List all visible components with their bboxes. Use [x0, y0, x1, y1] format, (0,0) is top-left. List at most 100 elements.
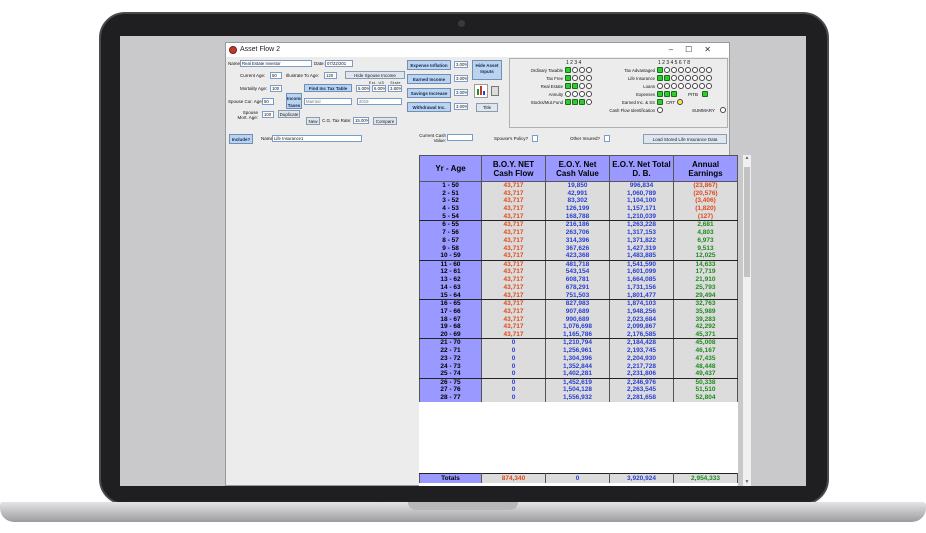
summary-option[interactable] [720, 107, 727, 113]
table-row: 13 - 62 43,717 608,781 1,664,085 21,910 [419, 275, 738, 284]
row-eoy-cash-value: 827,983 [545, 299, 610, 308]
tax-free-options[interactable] [565, 75, 593, 81]
row-yr-age: 3 - 52 [419, 197, 482, 206]
illustrate-field[interactable]: 120 [324, 72, 337, 79]
row-eoy-cash-value: 1,076,698 [545, 323, 610, 331]
state-rate[interactable]: 6.00% [372, 85, 386, 92]
cg-tax-field[interactable]: 15.00% [353, 117, 369, 124]
insurance-name-field[interactable]: Life Insurance1 [272, 135, 362, 142]
row-eoy-cash-value: 608,781 [545, 275, 610, 284]
row-yr-age: 22 - 71 [419, 346, 482, 355]
row-annual-earnings: 50,338 [673, 378, 738, 387]
scroll-up-icon[interactable]: ▲ [743, 155, 751, 163]
table-row: 3 - 52 43,717 83,302 1,104,100 (3,406) [419, 197, 738, 206]
niit-rate[interactable]: 3.80% [388, 85, 402, 92]
totals-boy: 874,340 [481, 473, 546, 483]
totals-label: Totals [419, 473, 482, 483]
pitb-checkbox[interactable] [702, 91, 709, 97]
withdrawal-button[interactable]: Withdrawal Inc. [407, 102, 451, 112]
crt-label: CRT [666, 100, 676, 105]
expense-inflation-field[interactable]: 3.00% [454, 61, 468, 68]
minimize-button[interactable]: – [669, 45, 685, 54]
row-boy-cash-flow: 43,717 [481, 228, 546, 237]
header-annual-earnings: Annual Earnings [673, 155, 738, 182]
row-eoy-cash-value: 423,368 [545, 252, 610, 261]
row-yr-age: 2 - 51 [419, 189, 482, 198]
real-estate-options[interactable] [565, 83, 593, 89]
date-field[interactable]: 07/22/201 [325, 60, 353, 67]
chart-icon[interactable] [474, 84, 488, 98]
new-button[interactable]: New [306, 117, 320, 125]
row-eoy-total-db: 2,193,745 [609, 346, 674, 355]
earned-income-button[interactable]: Earned Income [407, 74, 451, 84]
current-cash-value-field[interactable] [447, 134, 473, 141]
tax-advantaged-options[interactable] [657, 67, 713, 73]
savings-increase-button[interactable]: Savings Increase [407, 88, 451, 98]
find-tax-table-button[interactable]: Find Inc Tax Table [304, 84, 352, 92]
row-eoy-total-db: 2,184,428 [609, 338, 674, 347]
savings-increase-field[interactable]: 3.00% [454, 89, 468, 96]
camera-icon [458, 20, 465, 27]
row-eoy-cash-value: 481,718 [545, 260, 610, 269]
loans-options[interactable] [657, 83, 713, 89]
calculator-icon[interactable] [491, 86, 499, 96]
row-eoy-total-db: 996,834 [609, 181, 674, 190]
scroll-thumb[interactable] [744, 167, 750, 277]
compare-button[interactable]: Compare [373, 117, 397, 125]
row-boy-cash-flow: 43,717 [481, 275, 546, 284]
row-eoy-total-db: 1,210,039 [609, 212, 674, 222]
row-boy-cash-flow: 43,717 [481, 205, 546, 213]
earned-income-options[interactable] [657, 99, 664, 105]
table-row: 9 - 58 43,717 367,626 1,427,319 9,513 [419, 244, 738, 253]
est-us-rate[interactable]: 5.00% [356, 85, 370, 92]
row-label-tax-advantaged: Tax Advantaged [624, 68, 655, 73]
hide-asset-inputs-button[interactable]: Hide Asset Inputs [472, 60, 502, 80]
earned-income-field[interactable]: 3.00% [454, 75, 468, 82]
table-row: 4 - 53 43,717 126,199 1,157,171 (1,820) [419, 205, 738, 213]
row-annual-earnings: (1,820) [673, 205, 738, 213]
load-life-insurance-button[interactable]: Load Stored Life Insurance Data [643, 134, 727, 144]
include-button[interactable]: Include? [229, 134, 253, 144]
row-yr-age: 7 - 56 [419, 228, 482, 237]
other-insured-checkbox[interactable] [604, 135, 610, 142]
life-insurance-options[interactable] [657, 75, 713, 81]
income-taxes-button[interactable]: Income Taxes [286, 93, 302, 109]
table-row: 20 - 69 43,717 1,165,786 2,176,585 45,371 [419, 330, 738, 340]
row-boy-cash-flow: 0 [481, 370, 546, 379]
year-select[interactable]: 2019 [357, 98, 402, 105]
spouse-age-field[interactable]: 50 [262, 98, 274, 105]
expense-inflation-button[interactable]: Expense Inflation [407, 60, 451, 70]
row-eoy-cash-value: 751,503 [545, 291, 610, 301]
table-row: 24 - 73 0 1,352,844 2,217,728 48,448 [419, 362, 738, 371]
duplicate-button[interactable]: Duplicate [278, 110, 300, 118]
withdrawal-field[interactable]: 3.00% [454, 103, 468, 110]
ordinary-taxable-options[interactable] [565, 67, 593, 73]
expenses-options[interactable] [657, 91, 678, 97]
left-column-numbers: 1 2 3 4 [566, 60, 582, 66]
row-yr-age: 21 - 70 [419, 338, 482, 347]
stocks-options[interactable] [565, 99, 593, 105]
crt-option[interactable] [677, 99, 684, 105]
status-select[interactable]: Married [304, 98, 352, 105]
maximize-button[interactable]: ☐ [685, 45, 704, 54]
close-button[interactable]: ✕ [704, 45, 723, 54]
spouse-mort-field[interactable]: 100 [262, 111, 274, 118]
spouse-income-button[interactable]: Hide Spouse Income Deposits? [345, 71, 405, 79]
title-button[interactable]: Title [476, 103, 498, 112]
row-eoy-total-db: 1,664,085 [609, 275, 674, 284]
annuity-options[interactable] [565, 91, 593, 97]
mortality-field[interactable]: 100 [270, 85, 282, 92]
row-eoy-cash-value: 216,186 [545, 220, 610, 229]
row-annual-earnings: (127) [673, 212, 738, 222]
row-boy-cash-flow: 43,717 [481, 212, 546, 222]
current-age-field[interactable]: 50 [270, 72, 282, 79]
name-field[interactable]: Real Estate Investor [240, 60, 312, 67]
cash-flow-id-option[interactable] [657, 107, 664, 113]
row-boy-cash-flow: 0 [481, 386, 546, 394]
scroll-down-icon[interactable]: ▼ [743, 479, 751, 486]
table-scrollbar[interactable]: ▲ ▼ [742, 155, 751, 486]
spouse-policy-checkbox[interactable] [532, 135, 538, 142]
row-eoy-cash-value: 367,626 [545, 244, 610, 253]
row-yr-age: 23 - 72 [419, 354, 482, 363]
row-yr-age: 27 - 76 [419, 386, 482, 394]
